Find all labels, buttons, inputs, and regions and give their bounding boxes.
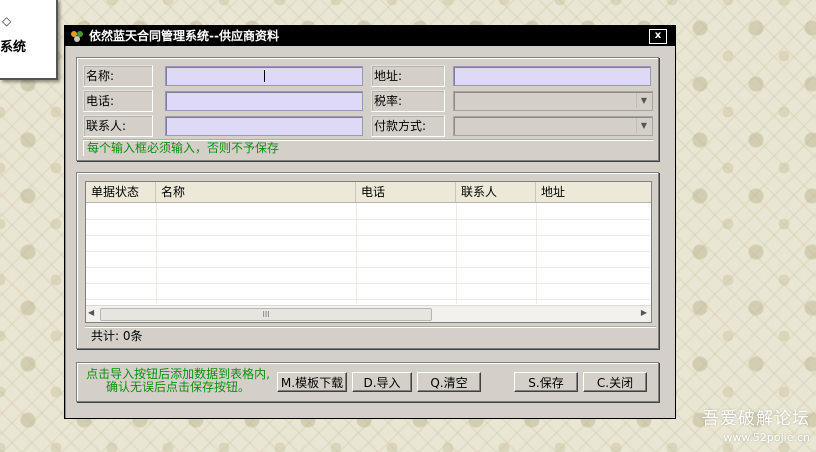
close-icon[interactable]: x bbox=[649, 29, 667, 44]
payment-select[interactable]: ▼ bbox=[453, 116, 653, 136]
supplier-grid-panel: 单据状态 名称 电话 联系人 地址 ◀ III ▶ 共计: 0条 bbox=[76, 172, 659, 349]
watermark: 吾爱破解论坛 www.52pojie.cn bbox=[702, 404, 810, 444]
name-input[interactable] bbox=[165, 66, 363, 86]
form-hint: 每个输入框必须输入，否则不予保存 bbox=[83, 139, 653, 156]
app-icon bbox=[71, 31, 83, 42]
address-label: 地址: bbox=[371, 65, 445, 87]
contact-input[interactable] bbox=[165, 116, 363, 136]
scroll-thumb[interactable]: III bbox=[100, 308, 432, 321]
supplier-table[interactable]: 单据状态 名称 电话 联系人 地址 ◀ III ▶ bbox=[85, 181, 652, 323]
template-download-button[interactable]: M.模板下载 bbox=[277, 372, 347, 392]
contact-label: 联系人: bbox=[83, 115, 153, 137]
table-header: 单据状态 名称 电话 联系人 地址 bbox=[86, 182, 651, 203]
watermark-title: 吾爱破解论坛 bbox=[702, 409, 810, 429]
column-header-address[interactable]: 地址 bbox=[536, 182, 651, 202]
phone-input[interactable] bbox=[165, 91, 363, 111]
background-window-text: 系统 bbox=[0, 40, 27, 55]
phone-label: 电话: bbox=[83, 90, 153, 112]
table-row bbox=[86, 235, 651, 252]
watermark-url: www.52pojie.cn bbox=[723, 431, 810, 444]
text-caret bbox=[264, 70, 265, 82]
column-header-status[interactable]: 单据状态 bbox=[86, 182, 156, 202]
clear-button[interactable]: Q.清空 bbox=[417, 372, 481, 392]
name-label: 名称: bbox=[83, 65, 153, 87]
tax-select[interactable]: ▼ bbox=[453, 91, 653, 111]
column-header-name[interactable]: 名称 bbox=[156, 182, 356, 202]
dialog-title: 依然蓝天合同管理系统--供应商资料 bbox=[89, 29, 279, 43]
table-row bbox=[86, 203, 651, 220]
import-button[interactable]: D.导入 bbox=[352, 372, 412, 392]
horizontal-scrollbar[interactable]: ◀ III ▶ bbox=[86, 305, 651, 322]
background-window: ◇ 系统 bbox=[0, 0, 58, 80]
tax-label: 税率: bbox=[371, 90, 445, 112]
chevron-down-icon[interactable]: ▼ bbox=[636, 93, 651, 108]
address-input[interactable] bbox=[453, 66, 651, 86]
scroll-left-icon[interactable]: ◀ bbox=[88, 308, 94, 317]
diamond-icon: ◇ bbox=[2, 14, 12, 28]
table-row bbox=[86, 219, 651, 236]
scroll-right-icon[interactable]: ▶ bbox=[641, 308, 647, 317]
title-bar[interactable]: 依然蓝天合同管理系统--供应商资料 x bbox=[65, 26, 675, 46]
close-button[interactable]: C.关闭 bbox=[583, 372, 647, 392]
chevron-down-icon[interactable]: ▼ bbox=[636, 118, 651, 133]
table-row bbox=[86, 251, 651, 268]
table-row bbox=[86, 283, 651, 300]
supplier-form: 名称: 地址: 电话: 税率: ▼ 联系人: 付款方式: ▼ 每个输入框必须输入… bbox=[76, 57, 659, 161]
column-header-phone[interactable]: 电话 bbox=[356, 182, 456, 202]
supplier-dialog: 依然蓝天合同管理系统--供应商资料 x 名称: 地址: 电话: 税率: ▼ 联系… bbox=[64, 25, 676, 419]
button-bar: 点击导入按钮后添加数据到表格内, 确认无误后点击保存按钮。 M.模板下载 D.导… bbox=[76, 362, 659, 402]
payment-label: 付款方式: bbox=[371, 115, 445, 137]
import-hint: 点击导入按钮后添加数据到表格内, 确认无误后点击保存按钮。 bbox=[81, 368, 275, 394]
table-row bbox=[86, 267, 651, 284]
import-hint-line2: 确认无误后点击保存按钮。 bbox=[105, 380, 250, 394]
save-button[interactable]: S.保存 bbox=[514, 372, 578, 392]
record-count: 共计: 0条 bbox=[85, 326, 656, 345]
column-header-contact[interactable]: 联系人 bbox=[456, 182, 536, 202]
